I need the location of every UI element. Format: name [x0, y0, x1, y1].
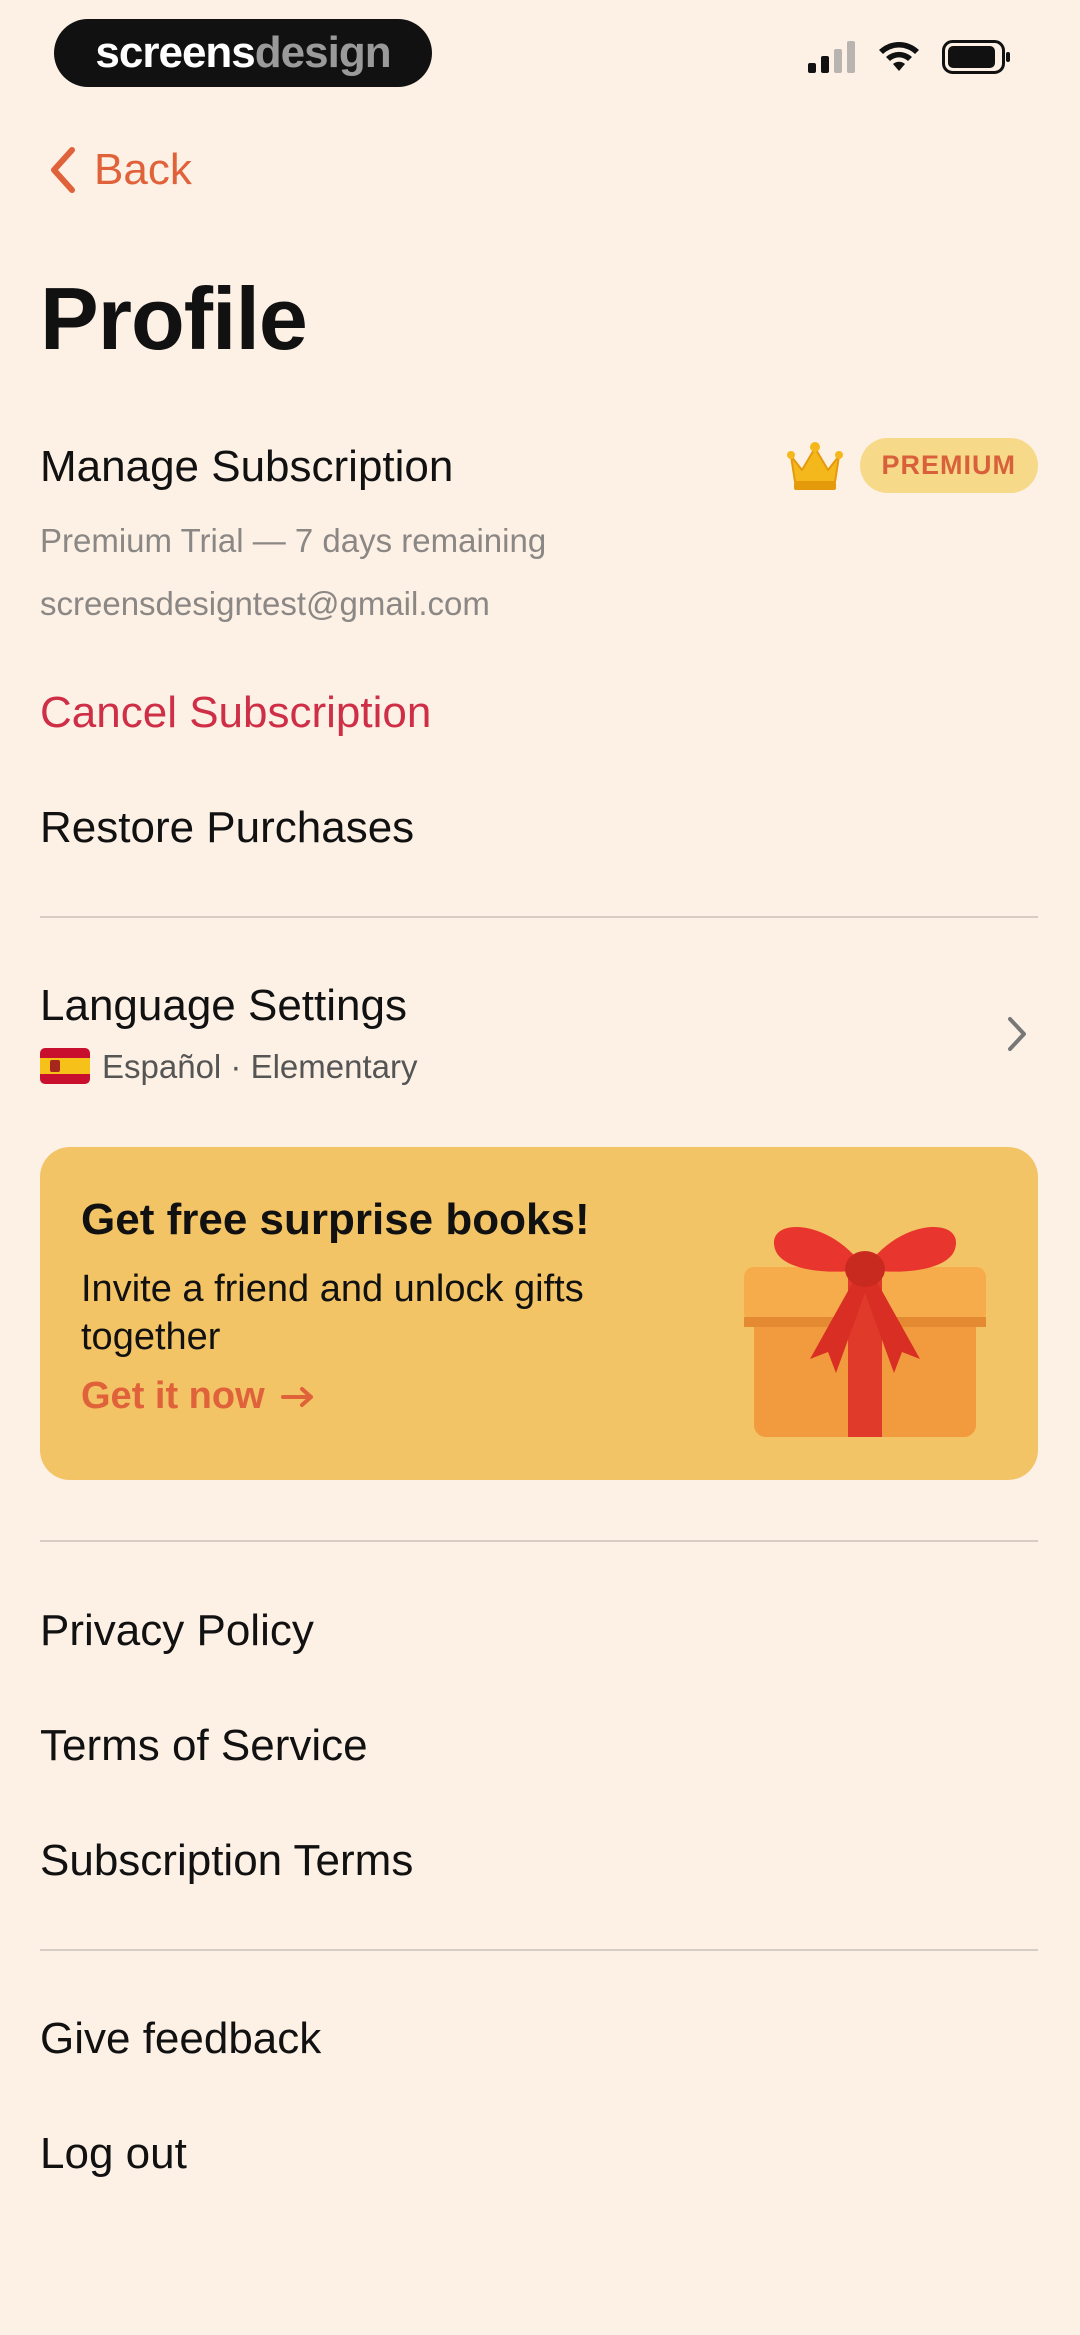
- terms-of-service-link[interactable]: Terms of Service: [40, 1721, 368, 1771]
- gift-icon: [744, 1227, 986, 1437]
- battery-icon: [942, 40, 1010, 74]
- restore-purchases-button[interactable]: Restore Purchases: [40, 803, 414, 853]
- subscription-terms-link[interactable]: Subscription Terms: [40, 1836, 413, 1886]
- divider: [40, 1540, 1038, 1542]
- banner-description: Invite a friend and unlock gifts togethe…: [81, 1268, 584, 1358]
- divider: [40, 1949, 1038, 1951]
- banner-title: Get free surprise books!: [81, 1195, 590, 1244]
- chevron-left-icon: [51, 147, 75, 193]
- log-out-button[interactable]: Log out: [40, 2129, 187, 2179]
- account-email: screensdesigntest@gmail.com: [40, 585, 490, 622]
- language-value: Español · Elementary: [102, 1048, 418, 1085]
- screensdesign-logo: screens design: [54, 19, 432, 87]
- crown-icon: [786, 441, 843, 490]
- arrow-right-icon: [280, 1386, 313, 1407]
- status-icons: [808, 40, 1012, 74]
- premium-badge: PREMIUM: [859, 438, 1038, 493]
- logo-text-design: design: [254, 28, 392, 77]
- language-settings-heading: Language Settings: [40, 981, 407, 1030]
- cancel-subscription-button[interactable]: Cancel Subscription: [40, 688, 431, 738]
- back-button[interactable]: Back: [48, 145, 192, 195]
- spain-flag-icon: [40, 1048, 90, 1084]
- cta-label: Get it now: [81, 1375, 265, 1417]
- page-title: Profile: [40, 269, 308, 368]
- invite-friend-banner[interactable]: Get free surprise books! Invite a friend…: [40, 1147, 1038, 1480]
- divider: [40, 916, 1038, 918]
- logo-text-screens: screens: [95, 28, 255, 77]
- back-label: Back: [94, 145, 192, 194]
- chevron-right-icon: [1008, 1017, 1026, 1051]
- manage-subscription-heading: Manage Subscription: [40, 442, 454, 491]
- trial-status-text: Premium Trial — 7 days remaining: [40, 522, 547, 559]
- privacy-policy-link[interactable]: Privacy Policy: [40, 1606, 314, 1656]
- wifi-icon: [879, 42, 919, 71]
- give-feedback-button[interactable]: Give feedback: [40, 2014, 321, 2064]
- get-it-now-link[interactable]: Get it now: [81, 1375, 315, 1418]
- premium-indicator: PREMIUM: [786, 438, 1038, 493]
- signal-icon: [808, 41, 855, 73]
